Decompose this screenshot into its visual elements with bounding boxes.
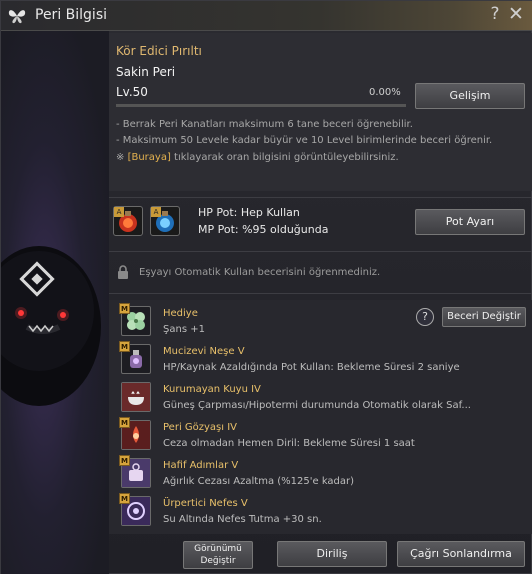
bowl-icon: [121, 382, 151, 412]
skill-desc: Ağırlık Cezası Azaltma (%125'e kadar): [163, 476, 355, 487]
lock-message: Eşyayı Otomatik Kullan becerisini öğrenm…: [139, 267, 381, 278]
skill-list: M Hediye Şans +1 M Mucizevi Neşe V HP/Ka…: [109, 300, 532, 534]
fairy-level: Lv.50: [116, 85, 148, 99]
skill-row[interactable]: M Hafif Adımlar V Ağırlık Cezası Azaltma…: [109, 452, 532, 490]
skill-help-icon[interactable]: ?: [416, 308, 434, 326]
help-icon[interactable]: ?: [487, 4, 503, 24]
skill-name: Kurumayan Kuyu IV: [163, 384, 261, 395]
skill-desc: Şans +1: [163, 324, 205, 335]
skill-badge: M: [119, 303, 130, 314]
fairy-portrait: [1, 246, 101, 406]
skill-row[interactable]: M Mucizevi Neşe V HP/Kaynak Azaldığında …: [109, 338, 532, 376]
mp-potion-slot[interactable]: A: [150, 206, 180, 236]
skill-desc: Ceza olmadan Hemen Diril: Bekleme Süresi…: [163, 438, 415, 449]
divider: [109, 197, 532, 198]
skill-badge: M: [119, 455, 130, 466]
change-appearance-button[interactable]: Görünümü Değiştir: [183, 541, 253, 569]
skill-row[interactable]: Kurumayan Kuyu IV Güneş Çarpması/Hipoter…: [109, 376, 532, 414]
tear-icon: M: [119, 417, 151, 450]
breath-icon: M: [119, 493, 151, 526]
appearance-label-1: Görünümü: [194, 544, 242, 554]
skill-row[interactable]: M Peri Gözyaşı IV Ceza olmadan Hemen Dir…: [109, 414, 532, 452]
divider: [109, 251, 532, 252]
skill-name: Mucizevi Neşe V: [163, 346, 245, 357]
divider: [109, 293, 532, 294]
xp-percent: 0.00%: [369, 87, 401, 98]
title-bar[interactable]: Peri Bilgisi ? ✕: [1, 1, 532, 31]
skill-row[interactable]: M Ürpertici Nefes V Su Altında Nefes Tut…: [109, 490, 532, 528]
skill-name: Peri Gözyaşı IV: [163, 422, 238, 433]
change-skill-button[interactable]: Beceri Değiştir: [442, 307, 526, 327]
upgrade-button[interactable]: Gelişim: [415, 83, 525, 109]
desc-prefix: ※: [116, 152, 128, 163]
mp-pot-setting: MP Pot: %95 olduğunda: [198, 223, 329, 236]
pot-settings-button[interactable]: Pot Ayarı: [415, 209, 525, 235]
auto-badge: A: [151, 207, 161, 217]
fairy-info-window: Peri Bilgisi ? ✕ Kör Edici Pırıltı Sakin…: [0, 0, 532, 574]
close-icon[interactable]: ✕: [507, 3, 525, 25]
fairy-type: Sakin Peri: [116, 65, 176, 79]
skill-badge: M: [119, 493, 130, 504]
lock-icon: [118, 265, 128, 279]
auto-use-lock-row: Eşyayı Otomatik Kullan becerisini öğrenm…: [109, 259, 532, 287]
skill-desc: Güneş Çarpması/Hipotermi durumunda Otoma…: [163, 400, 471, 411]
desc-line-2: - Maksimum 50 Levele kadar büyür ve 10 L…: [116, 135, 493, 146]
potion-icon: M: [119, 341, 151, 374]
butterfly-icon: [8, 10, 26, 24]
desc-line-3: ※ [Buraya] tıklayarak oran bilgisini gör…: [116, 152, 399, 163]
skill-name: Hafif Adımlar V: [163, 460, 239, 471]
revive-button[interactable]: Diriliş: [277, 541, 387, 567]
end-call-button[interactable]: Çağrı Sonlandırma: [397, 541, 525, 567]
skill-desc: HP/Kaynak Azaldığında Pot Kullan: Beklem…: [163, 362, 460, 373]
skill-badge: M: [119, 417, 130, 428]
desc-suffix: tıklayarak oran bilgisini görüntüleyebil…: [170, 152, 399, 163]
skill-name: Hediye: [163, 308, 198, 319]
skill-desc: Su Altında Nefes Tutma +30 sn.: [163, 514, 322, 525]
window-title: Peri Bilgisi: [35, 7, 107, 23]
fairy-portrait-area: [1, 31, 109, 574]
skill-badge: M: [119, 341, 130, 352]
appearance-label-2: Değiştir: [200, 556, 236, 566]
hp-pot-setting: HP Pot: Hep Kullan: [198, 206, 300, 219]
auto-badge: A: [114, 207, 124, 217]
weight-icon: M: [119, 455, 151, 488]
desc-line-1: - Berrak Peri Kanatları maksimum 6 tane …: [116, 119, 413, 130]
clover-icon: M: [119, 303, 151, 336]
skill-name: Ürpertici Nefes V: [163, 498, 248, 509]
hp-potion-slot[interactable]: A: [113, 206, 143, 236]
xp-bar: [116, 104, 406, 107]
rate-info-link[interactable]: [Buraya]: [128, 152, 171, 163]
fairy-name: Kör Edici Pırıltı: [116, 44, 202, 58]
